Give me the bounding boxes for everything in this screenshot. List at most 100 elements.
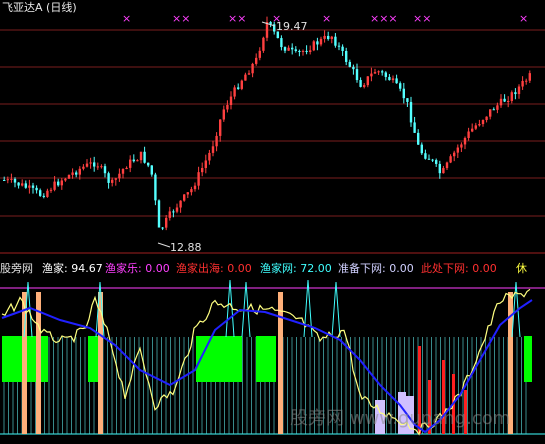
candle-body [89, 162, 92, 164]
candle-body [478, 124, 481, 126]
candle-body [341, 46, 344, 51]
candle-body [129, 159, 132, 168]
candle-body [229, 96, 233, 106]
candle-body [489, 109, 492, 117]
candle-body [305, 50, 308, 52]
candle-body [24, 183, 27, 188]
indicator-legend: 股旁网 渔家: 94.67 渔家乐: 0.00 渔家出海: 0.00 渔家网: … [0, 262, 545, 276]
candle-body [233, 87, 236, 97]
candle-body [348, 61, 351, 67]
candle-body [226, 105, 229, 110]
candle-body [13, 178, 17, 183]
candle-body [100, 166, 103, 168]
candle-body [6, 179, 9, 181]
candle-body [485, 116, 488, 121]
candle-body [384, 72, 387, 77]
candle-body [60, 180, 63, 186]
candle-body [445, 162, 449, 169]
candle-body [334, 36, 337, 46]
candle-body [301, 50, 305, 52]
cross-marker: ×× [172, 12, 190, 25]
candle-body [103, 166, 107, 174]
candle-body [262, 37, 265, 51]
candle-body [373, 72, 377, 74]
candle-body [67, 174, 71, 179]
candle-body [172, 211, 175, 213]
candle-body [420, 144, 423, 154]
candle-body [96, 166, 99, 168]
candle-body [215, 135, 218, 147]
candle-body [323, 35, 326, 39]
candle-body [186, 192, 189, 195]
candle-body [438, 163, 441, 174]
candle-body [352, 66, 355, 70]
cross-marker: ××× [370, 12, 398, 25]
candle-body [132, 159, 135, 162]
field-fisher-net: 渔家网: 72.00 [260, 262, 332, 275]
candle-body [57, 181, 60, 186]
candle-body [298, 50, 301, 52]
cross-marker: × [122, 12, 131, 25]
candle-body [247, 73, 251, 75]
candle-body [139, 151, 143, 161]
candle-body [474, 125, 477, 129]
candle-body [49, 189, 53, 191]
cross-marker: ×× [228, 12, 246, 25]
candle-body [363, 85, 366, 87]
candle-body [417, 132, 420, 145]
candle-body [10, 178, 13, 180]
watermark-en: www.gupang.com [349, 408, 511, 429]
signal-block [196, 336, 242, 382]
candle-body [525, 80, 528, 82]
candle-body [3, 180, 6, 181]
field-ready-net: 准备下网: 0.00 [338, 262, 414, 275]
candle-body [283, 47, 287, 51]
candle-body [28, 185, 31, 188]
candle-body [424, 153, 427, 159]
candle-body [201, 167, 204, 173]
candle-body [219, 119, 222, 136]
watermark-cn: 股旁网 [290, 408, 344, 429]
candle-body [64, 178, 67, 181]
candle-body [442, 168, 445, 174]
low-price-label: 12.88 [170, 241, 202, 254]
candle-body [93, 162, 96, 167]
candle-body [46, 190, 49, 197]
field-fisher-sea: 渔家出海: 0.00 [176, 262, 252, 275]
candle-body [431, 159, 434, 161]
candle-body [265, 22, 269, 38]
net-spike [331, 281, 341, 338]
cross-marker: × [519, 12, 528, 25]
candle-body [460, 144, 463, 148]
candle-body [121, 169, 125, 174]
candle-body [35, 187, 38, 191]
candle-body [406, 98, 409, 102]
candle-body [255, 57, 258, 64]
candle-body [435, 160, 438, 164]
candle-body [147, 162, 150, 166]
candle-body [471, 128, 474, 132]
chart-canvas[interactable]: 19.4712.88× ×× ×× × × ××× ×× × [0, 0, 545, 444]
candle-body [319, 38, 323, 45]
candle-body [157, 200, 161, 228]
candle-body [517, 86, 521, 95]
candle-body [39, 190, 42, 196]
cross-marker: ×× [413, 12, 431, 25]
candle-body [413, 122, 416, 133]
candle-body [377, 71, 380, 73]
candle-body [136, 160, 139, 162]
candle-body [366, 76, 369, 86]
candle-body [17, 182, 20, 186]
candle-body [237, 87, 240, 89]
candle-body [165, 217, 168, 228]
candle-body [370, 73, 373, 77]
candle-body [125, 167, 128, 170]
candle-body [183, 194, 186, 201]
candle-body [107, 173, 110, 183]
candle-body [21, 183, 24, 186]
candle-body [327, 35, 330, 39]
candle-body [143, 151, 146, 163]
candle-body [402, 88, 405, 99]
chart-title: 飞亚达A (日线) [2, 1, 77, 14]
candle-body [240, 80, 243, 89]
